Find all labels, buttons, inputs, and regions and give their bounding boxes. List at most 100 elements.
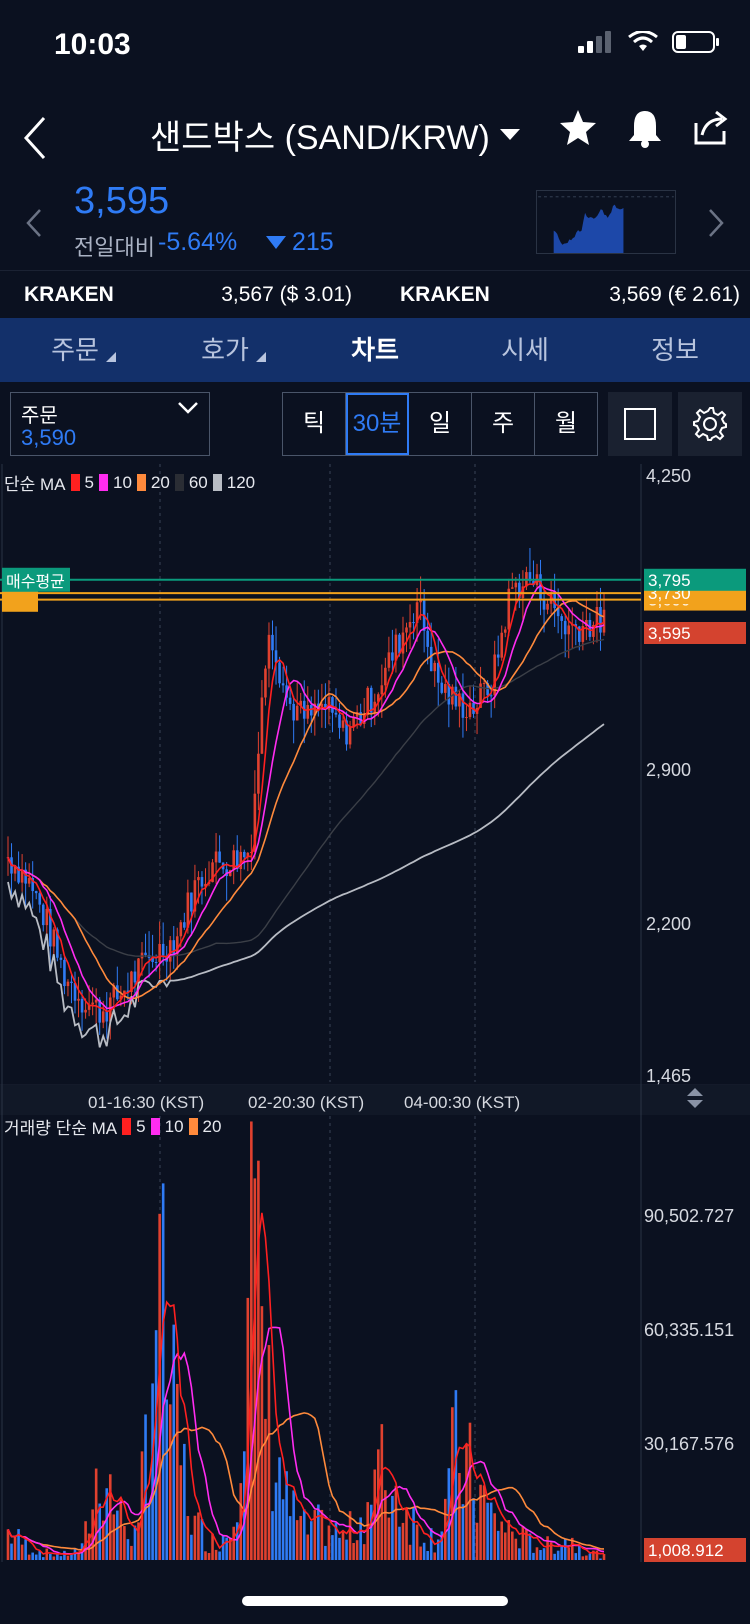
volume-bar [553,1553,556,1560]
back-button[interactable] [10,108,60,168]
volume-bar [126,1539,130,1560]
volume-bar [398,1526,401,1560]
candle-body [369,687,373,713]
avg-price-tag: 3,795 [648,571,691,590]
tab-order[interactable]: 주문 [0,318,150,382]
candle-body [468,702,472,718]
volume-ma-legend: 거래량 단순 MA 5 10 20 [4,1114,221,1139]
current-price: 3,595 [74,180,170,222]
candle-body [309,704,313,716]
volume-bar [338,1537,341,1560]
settings-button[interactable] [678,392,742,456]
chart-area[interactable]: 매수평균3,6993,7303,7953,5954,2502,9002,2001… [0,464,750,1564]
fullscreen-button[interactable] [608,392,672,456]
volume-bar [362,1544,366,1560]
chevron-down-icon [178,402,198,414]
volume-bar [123,1526,126,1560]
main-tabs: 주문 호가 차트 시세 정보 [0,318,750,382]
volume-bar [34,1554,38,1560]
volume-bar [133,1525,137,1560]
volume-bar [197,1512,200,1560]
tab-info[interactable]: 정보 [600,318,750,382]
volume-bar [165,1399,168,1560]
price-volume-chart[interactable]: 매수평균3,6993,7303,7953,5954,2502,9002,2001… [0,464,750,1564]
exchange-name: KRAKEN [400,283,490,306]
volume-bar [147,1502,151,1560]
volume-bar [585,1555,588,1560]
candle-body [197,877,200,881]
period-30min[interactable]: 30분 [346,393,409,455]
pair-selector[interactable]: 샌드박스 (SAND/KRW) [150,110,520,159]
volume-bar [602,1553,606,1560]
volume-bar [387,1517,391,1560]
candle-body [66,981,70,987]
period-month[interactable]: 월 [535,393,597,455]
volume-bar [528,1533,532,1560]
star-icon[interactable] [558,108,598,148]
candle-body [70,981,73,984]
tab-corner-icon [106,352,116,362]
tab-market[interactable]: 시세 [450,318,600,382]
volume-bar [190,1534,193,1560]
volume-bar [412,1507,415,1560]
candle-body [63,959,66,987]
volume-bar [514,1538,518,1560]
volume-bar [292,1490,295,1560]
candle-body [267,634,271,669]
exchange-prices: KRAKEN 3,567 ($ 3.01) KRAKEN 3,569 (€ 2.… [0,270,750,316]
order-type-label: 주문 [21,405,58,427]
ma20-swatch [136,474,146,491]
volume-bar [154,1330,158,1560]
prev-pair-icon[interactable] [26,208,42,238]
volume-bar [274,1482,278,1560]
candle-body [288,697,292,704]
period-day[interactable]: 일 [409,393,472,455]
volume-bar [345,1539,348,1560]
candle-body [144,952,147,956]
volume-bar [546,1536,549,1560]
volume-bar [112,1514,116,1560]
volume-bar [70,1554,73,1560]
bell-icon[interactable] [626,108,664,148]
square-icon [624,408,656,440]
candle-body [274,650,278,663]
wifi-icon [628,31,658,51]
order-type-select[interactable]: 주문 3,590 [10,392,210,456]
candle-body [239,851,243,869]
share-icon[interactable] [692,109,730,147]
ma-period: 5 [136,1116,146,1136]
volume-bar [186,1516,190,1560]
tab-orderbook[interactable]: 호가 [150,318,300,382]
volume-bar [401,1522,405,1560]
volume-bar [13,1536,17,1560]
volume-bar [376,1449,380,1560]
candle-body [218,851,221,863]
ma-period: 10 [164,1116,184,1136]
volume-bar [535,1547,539,1560]
period-week[interactable]: 주 [472,393,535,455]
volume-bar [27,1554,31,1560]
change-percent: -5.64% [158,228,238,256]
volume-bar [6,1529,10,1560]
current-price-tag: 3,595 [648,624,691,643]
change-amount: 215 [266,228,334,257]
candle-body [27,878,31,884]
change-amount-value: 215 [292,228,334,256]
volume-bar [518,1548,521,1560]
status-icons [578,30,720,54]
price-axis-label: 2,200 [646,914,691,934]
vol-ma10-swatch [150,1118,160,1135]
candle-body [500,632,504,658]
volume-bar [179,1465,183,1560]
candle-body [394,634,398,661]
volume-bar [66,1555,70,1560]
tab-chart[interactable]: 차트 [300,318,450,382]
candle-body [384,667,387,686]
volume-bar [493,1513,496,1560]
volume-axis-label: 60,335.151 [644,1320,734,1340]
next-pair-icon[interactable] [708,208,724,238]
period-tick[interactable]: 틱 [283,393,346,455]
volume-bar [295,1520,299,1560]
tab-label: 정보 [651,335,699,365]
volume-bar [63,1550,66,1560]
